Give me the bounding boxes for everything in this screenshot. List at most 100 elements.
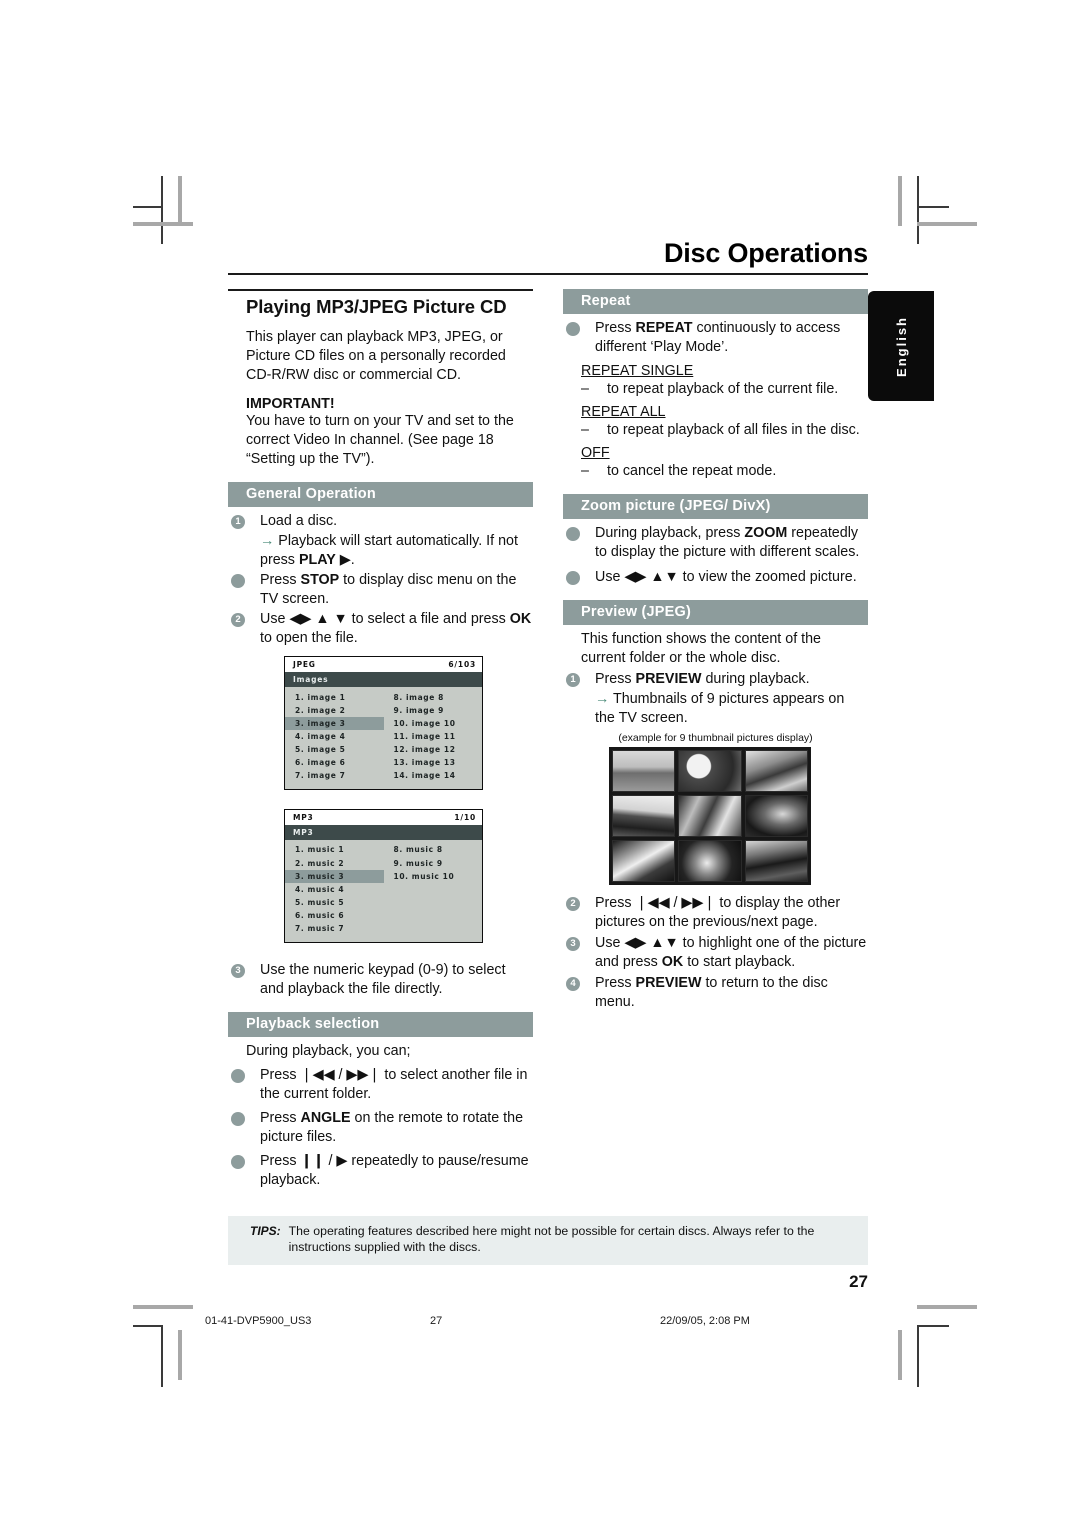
osd-jpeg-counter: 6/103 bbox=[448, 660, 476, 669]
repeat-mode-desc: – to cancel the repeat mode. bbox=[563, 462, 868, 481]
dash-icon: – bbox=[581, 463, 589, 479]
repeat-mode-desc: – to repeat playback of all files in the … bbox=[563, 421, 868, 440]
osd-file-row[interactable]: 12. image 12 bbox=[384, 744, 483, 757]
print-footer-timestamp: 22/09/05, 2:08 PM bbox=[660, 1315, 750, 1327]
osd-file-row[interactable]: 9. music 9 bbox=[384, 857, 483, 870]
step-marker: 2 bbox=[231, 613, 245, 627]
crop-mark-br-grey-v bbox=[898, 1330, 902, 1380]
bullet-icon bbox=[231, 1154, 245, 1169]
osd-file-row[interactable]: 8. music 8 bbox=[384, 844, 483, 857]
list-item: Press STOP to display disc menu on the T… bbox=[228, 571, 533, 609]
osd-file-row-selected[interactable]: 3. image 3 bbox=[285, 717, 384, 731]
arrow-icon: → bbox=[595, 691, 610, 707]
osd-file-row[interactable]: 1. image 1 bbox=[285, 691, 384, 704]
osd-file-row[interactable]: 11. image 11 bbox=[384, 730, 483, 743]
osd-file-row[interactable]: 1. music 1 bbox=[285, 844, 384, 857]
thumbnail-grid-caption: (example for 9 thumbnail pictures displa… bbox=[618, 732, 813, 744]
thumbnail-1[interactable] bbox=[612, 750, 676, 792]
osd-mp3-counter: 1/10 bbox=[454, 812, 476, 822]
preview-intro: This function shows the content of the c… bbox=[581, 631, 822, 666]
list-item: Press ❙❙ / ▶ repeatedly to pause/resume … bbox=[228, 1152, 533, 1190]
thumbnail-3[interactable] bbox=[744, 750, 808, 792]
list-item: 3 Use the numeric keypad (0-9) to select… bbox=[228, 961, 533, 999]
osd-file-row[interactable]: 5. image 5 bbox=[285, 744, 384, 757]
crop-mark-tr-grey-v bbox=[898, 176, 902, 226]
list-item-text: Press ❘◀◀ / ▶▶❘ to select another file i… bbox=[260, 1066, 528, 1102]
section-bar-zoom-picture: Zoom picture (JPEG/ DivX) bbox=[563, 494, 868, 519]
list-item-text: Use ◀▶ ▲ ▼ to select a file and press OK… bbox=[260, 611, 532, 646]
tips-text: The operating features described here mi… bbox=[288, 1224, 815, 1254]
bullet-icon bbox=[566, 322, 580, 336]
page-title: Disc Operations bbox=[663, 238, 868, 268]
list-item: Press ANGLE on the remote to rotate the … bbox=[228, 1109, 533, 1147]
osd-file-row[interactable]: 5. music 5 bbox=[285, 896, 384, 909]
osd-file-row[interactable]: 4. image 4 bbox=[285, 730, 384, 743]
thumbnail-4[interactable] bbox=[612, 795, 676, 837]
list-item-text: Press PREVIEW during playback. bbox=[595, 671, 810, 687]
osd-file-row[interactable]: 10. music 10 bbox=[384, 870, 483, 883]
bullet-icon bbox=[566, 571, 580, 585]
osd-file-row[interactable]: 8. image 8 bbox=[384, 691, 483, 704]
crop-mark-br-v bbox=[917, 1325, 919, 1387]
crop-mark-br-grey bbox=[917, 1305, 977, 1309]
page-content: Disc Operations Playing MP3/JPEG Picture… bbox=[228, 240, 868, 1300]
list-item-text: Press PREVIEW to return to the disc menu… bbox=[595, 975, 828, 1010]
osd-file-row[interactable]: 6. image 6 bbox=[285, 757, 384, 770]
osd-file-row[interactable]: 10. image 10 bbox=[384, 717, 483, 730]
list-item: 1 Load a disc. bbox=[228, 512, 533, 531]
section-bar-general-operation: General Operation bbox=[228, 482, 533, 507]
thumbnail-5[interactable] bbox=[678, 795, 742, 837]
crop-mark-bl-grey bbox=[133, 1305, 193, 1309]
crop-mark-tr-v bbox=[917, 176, 919, 244]
dash-icon: – bbox=[581, 381, 589, 397]
step-marker: 4 bbox=[566, 977, 580, 991]
osd-file-row[interactable]: 9. image 9 bbox=[384, 704, 483, 717]
list-item-text: Playback will start automatically. If no… bbox=[260, 533, 518, 568]
right-column: Repeat Press REPEAT continuously to acce… bbox=[563, 289, 868, 1191]
list-item: 2 Use ◀▶ ▲ ▼ to select a file and press … bbox=[228, 610, 533, 648]
osd-file-row-selected[interactable]: 3. music 3 bbox=[285, 870, 384, 884]
crop-mark-tl-h bbox=[133, 206, 163, 208]
arrow-icon: → bbox=[260, 533, 275, 549]
osd-file-row[interactable]: 14. image 14 bbox=[384, 770, 483, 783]
osd-file-row[interactable]: 2. image 2 bbox=[285, 704, 384, 717]
osd-mp3-type: MP3 bbox=[293, 812, 314, 822]
section-bar-repeat: Repeat bbox=[563, 289, 868, 314]
list-item-sub: → Playback will start automatically. If … bbox=[228, 532, 533, 570]
bullet-icon bbox=[231, 1111, 245, 1126]
osd-file-row[interactable]: 7. music 7 bbox=[285, 923, 384, 936]
thumbnail-8[interactable] bbox=[678, 840, 742, 882]
important-label: IMPORTANT! bbox=[246, 396, 335, 412]
intro-paragraph: This player can playback MP3, JPEG, or P… bbox=[246, 329, 506, 383]
thumbnail-6[interactable] bbox=[744, 795, 808, 837]
list-item-text: Press STOP to display disc menu on the T… bbox=[260, 572, 517, 607]
thumbnail-7[interactable] bbox=[612, 840, 676, 882]
list-item-text: Press ❘◀◀ / ▶▶❘ to display the other pic… bbox=[595, 895, 841, 930]
section-bar-playback-selection: Playback selection bbox=[228, 1011, 533, 1037]
osd-file-row[interactable]: 13. image 13 bbox=[384, 757, 483, 770]
osd-file-row[interactable]: 4. music 4 bbox=[285, 883, 384, 896]
osd-file-row[interactable]: 2. music 2 bbox=[285, 857, 384, 870]
osd-mp3-col2: 8. music 8 9. music 9 10. music 10 bbox=[384, 844, 483, 936]
osd-mp3-titlebar: MP3 1/10 bbox=[285, 809, 482, 825]
list-item: 4 Press PREVIEW to return to the disc me… bbox=[563, 974, 868, 1012]
osd-file-row[interactable]: 7. image 7 bbox=[285, 770, 384, 783]
osd-file-row[interactable]: 6. music 6 bbox=[285, 910, 384, 923]
tips-box: TIPS: The operating features described h… bbox=[228, 1216, 868, 1265]
thumbnail-9[interactable] bbox=[744, 840, 808, 882]
title-divider bbox=[228, 273, 868, 275]
list-item: During playback, press ZOOM repeatedly t… bbox=[563, 524, 868, 562]
osd-jpeg-filelist: 1. image 1 2. image 2 3. image 3 4. imag… bbox=[285, 687, 482, 789]
crop-mark-bl-h bbox=[133, 1325, 163, 1327]
bullet-icon bbox=[231, 1068, 245, 1083]
section-heading-playing-mp3-jpeg: Playing MP3/JPEG Picture CD bbox=[228, 289, 533, 318]
thumbnail-2[interactable] bbox=[678, 750, 742, 792]
repeat-mode-name: REPEAT ALL bbox=[581, 404, 666, 420]
language-tab-english: English bbox=[868, 291, 934, 401]
osd-mp3-menu: MP3 1/10 MP3 1. music 1 2. music 2 3. mu… bbox=[284, 808, 483, 943]
crop-mark-bl-v bbox=[161, 1325, 163, 1387]
osd-jpeg-titlebar: JPEG 6/103 bbox=[285, 657, 482, 672]
print-footer-page: 27 bbox=[430, 1315, 443, 1327]
repeat-mode-name: REPEAT SINGLE bbox=[581, 363, 694, 379]
crop-mark-bl-grey-v bbox=[178, 1330, 182, 1380]
